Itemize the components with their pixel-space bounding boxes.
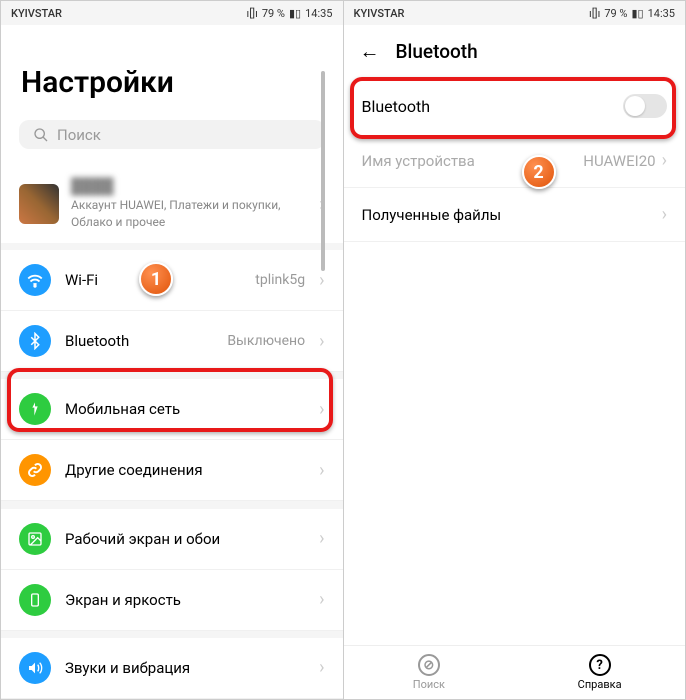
bluetooth-toggle-label: Bluetooth (362, 97, 431, 116)
battery-percent: 79 % (604, 7, 627, 20)
wifi-value: tplink5g (255, 272, 305, 288)
battery-icon: ▮▯ (289, 7, 301, 20)
chevron-right-icon: › (319, 270, 324, 291)
wifi-row[interactable]: Wi-Fi tplink5g › 1 (1, 250, 343, 311)
scrollbar[interactable] (321, 71, 325, 271)
bluetooth-row[interactable]: Bluetooth Выключено › (1, 311, 343, 372)
chevron-right-icon: › (319, 399, 324, 420)
section-divider (1, 243, 343, 250)
header: ← Bluetooth (344, 25, 686, 78)
screen-label: Экран и яркость (65, 591, 305, 609)
header-title: Bluetooth (396, 40, 478, 63)
settings-screen: Настройки Поиск ████ Аккаунт HUAWEI, Пла… (1, 25, 343, 699)
vibrate-icon: ı[]ı (247, 7, 258, 20)
wifi-icon (19, 264, 51, 296)
search-placeholder: Поиск (57, 126, 101, 144)
battery-icon: ▮▯ (631, 7, 643, 20)
account-subtitle: Аккаунт HUAWEI, Платежи и покупки, Облак… (71, 197, 307, 231)
account-row[interactable]: ████ Аккаунт HUAWEI, Платежи и покупки, … (1, 165, 343, 243)
nav-search[interactable]: ⊘ Поиск (344, 654, 515, 691)
account-name: ████ (71, 177, 307, 195)
bluetooth-value: Выключено (227, 333, 305, 349)
bluetooth-toggle-row[interactable]: Bluetooth (344, 78, 686, 134)
avatar (19, 184, 59, 224)
mobile-icon (19, 393, 51, 425)
device-name-value: HUAWEI20 (583, 152, 655, 170)
bluetooth-screen: ← Bluetooth Bluetooth Имя устройства HUA… (344, 25, 686, 699)
chevron-right-icon: › (319, 460, 324, 481)
section-divider (1, 372, 343, 379)
status-bar: KYIVSTAR ı[]ı 79 % ▮▯ 14:35 (1, 1, 343, 25)
bluetooth-toggle[interactable] (623, 94, 667, 118)
chevron-right-icon: › (319, 589, 324, 610)
received-files-label: Полученные файлы (362, 206, 502, 224)
device-name-label: Имя устройства (362, 152, 475, 170)
help-icon: ? (589, 654, 611, 676)
status-bar: KYIVSTAR ı[]ı 79 % ▮▯ 14:35 (344, 1, 686, 25)
wallpaper-label: Рабочий экран и обои (65, 530, 305, 548)
picture-icon (19, 523, 51, 555)
nav-help[interactable]: ? Справка (514, 654, 685, 691)
sound-icon (19, 652, 51, 684)
phone-bluetooth-settings: KYIVSTAR ı[]ı 79 % ▮▯ 14:35 ← Bluetooth … (344, 1, 686, 699)
link-icon (19, 454, 51, 486)
chevron-right-icon: › (662, 204, 667, 225)
search-icon (33, 127, 49, 143)
received-files-row[interactable]: Полученные файлы › (344, 188, 686, 242)
bluetooth-label: Bluetooth (65, 332, 213, 350)
chevron-right-icon: › (319, 657, 324, 678)
section-divider (1, 631, 343, 638)
connections-label: Другие соединения (65, 461, 305, 479)
clock: 14:35 (648, 7, 675, 20)
nav-help-label: Справка (578, 678, 622, 691)
page-title: Настройки (1, 25, 343, 120)
screen-row[interactable]: Экран и яркость › (1, 570, 343, 631)
section-divider (1, 501, 343, 508)
device-name-row[interactable]: Имя устройства HUAWEI20 › (344, 134, 686, 188)
chevron-right-icon: › (319, 528, 324, 549)
carrier: KYIVSTAR (354, 7, 405, 20)
bottom-nav: ⊘ Поиск ? Справка (344, 645, 686, 699)
back-button[interactable]: ← (360, 39, 380, 64)
block-icon: ⊘ (418, 654, 440, 676)
sound-label: Звуки и вибрация (65, 659, 305, 677)
phone-icon (19, 584, 51, 616)
sound-row[interactable]: Звуки и вибрация › (1, 638, 343, 699)
wallpaper-row[interactable]: Рабочий экран и обои › (1, 509, 343, 570)
search-input[interactable]: Поиск (19, 120, 325, 149)
status-icons: ı[]ı 79 % ▮▯ 14:35 (589, 7, 675, 20)
mobile-row[interactable]: Мобильная сеть › (1, 379, 343, 440)
clock: 14:35 (305, 7, 332, 20)
connections-row[interactable]: Другие соединения › (1, 440, 343, 501)
chevron-right-icon: › (319, 331, 324, 352)
carrier: KYIVSTAR (11, 7, 62, 20)
wifi-label: Wi-Fi (65, 271, 241, 289)
vibrate-icon: ı[]ı (589, 7, 600, 20)
mobile-label: Мобильная сеть (65, 400, 305, 418)
status-icons: ı[]ı 79 % ▮▯ 14:35 (247, 7, 333, 20)
bluetooth-icon (19, 325, 51, 357)
phone-settings-main: KYIVSTAR ı[]ı 79 % ▮▯ 14:35 Настройки По… (1, 1, 344, 699)
battery-percent: 79 % (262, 7, 285, 20)
nav-search-label: Поиск (413, 678, 445, 691)
chevron-right-icon: › (662, 150, 667, 171)
